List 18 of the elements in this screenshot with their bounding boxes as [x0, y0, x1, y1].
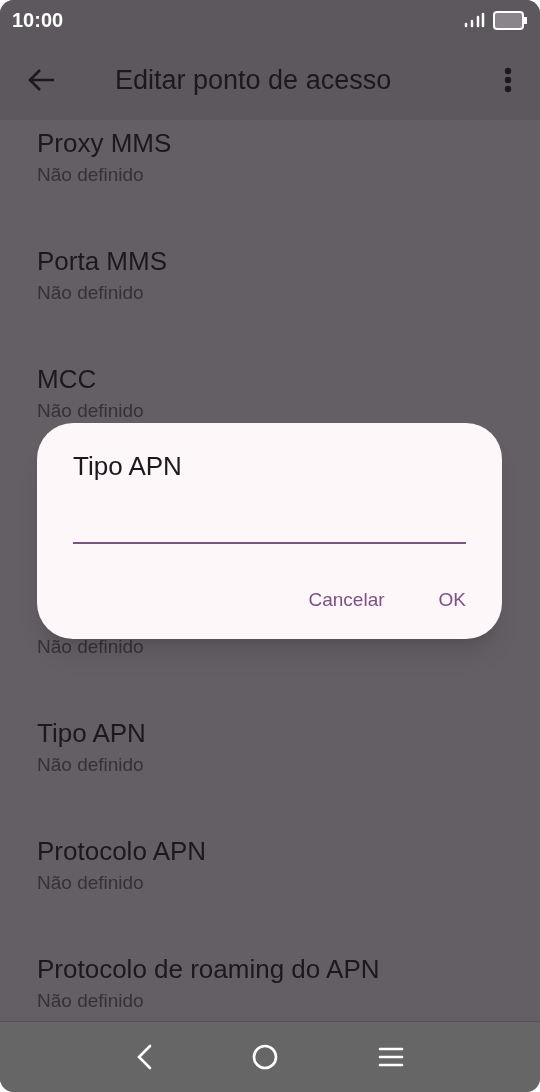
more-options-icon[interactable]	[504, 67, 512, 93]
setting-title: Tipo APN	[37, 717, 147, 750]
back-icon[interactable]	[136, 1044, 152, 1070]
battery-icon	[493, 10, 528, 30]
status-time: 10:00	[12, 8, 64, 33]
back-arrow-icon[interactable]	[28, 68, 56, 92]
setting-title: Porta MMS	[37, 245, 169, 278]
setting-title: Protocolo de roaming do APN	[37, 953, 381, 986]
setting-title: Protocolo APN	[37, 835, 208, 868]
setting-title: Proxy MMS	[37, 127, 173, 160]
menu-icon[interactable]	[378, 1046, 404, 1068]
home-icon[interactable]	[252, 1044, 278, 1070]
toolbar-title: Editar ponto de acesso	[115, 63, 392, 97]
dialog-button[interactable]: OK	[426, 580, 478, 621]
dialog-title: Tipo APN	[73, 450, 183, 482]
signal-icon	[463, 12, 485, 28]
setting-title: MCC	[37, 363, 98, 396]
dialog-button[interactable]: Cancelar	[296, 580, 397, 621]
